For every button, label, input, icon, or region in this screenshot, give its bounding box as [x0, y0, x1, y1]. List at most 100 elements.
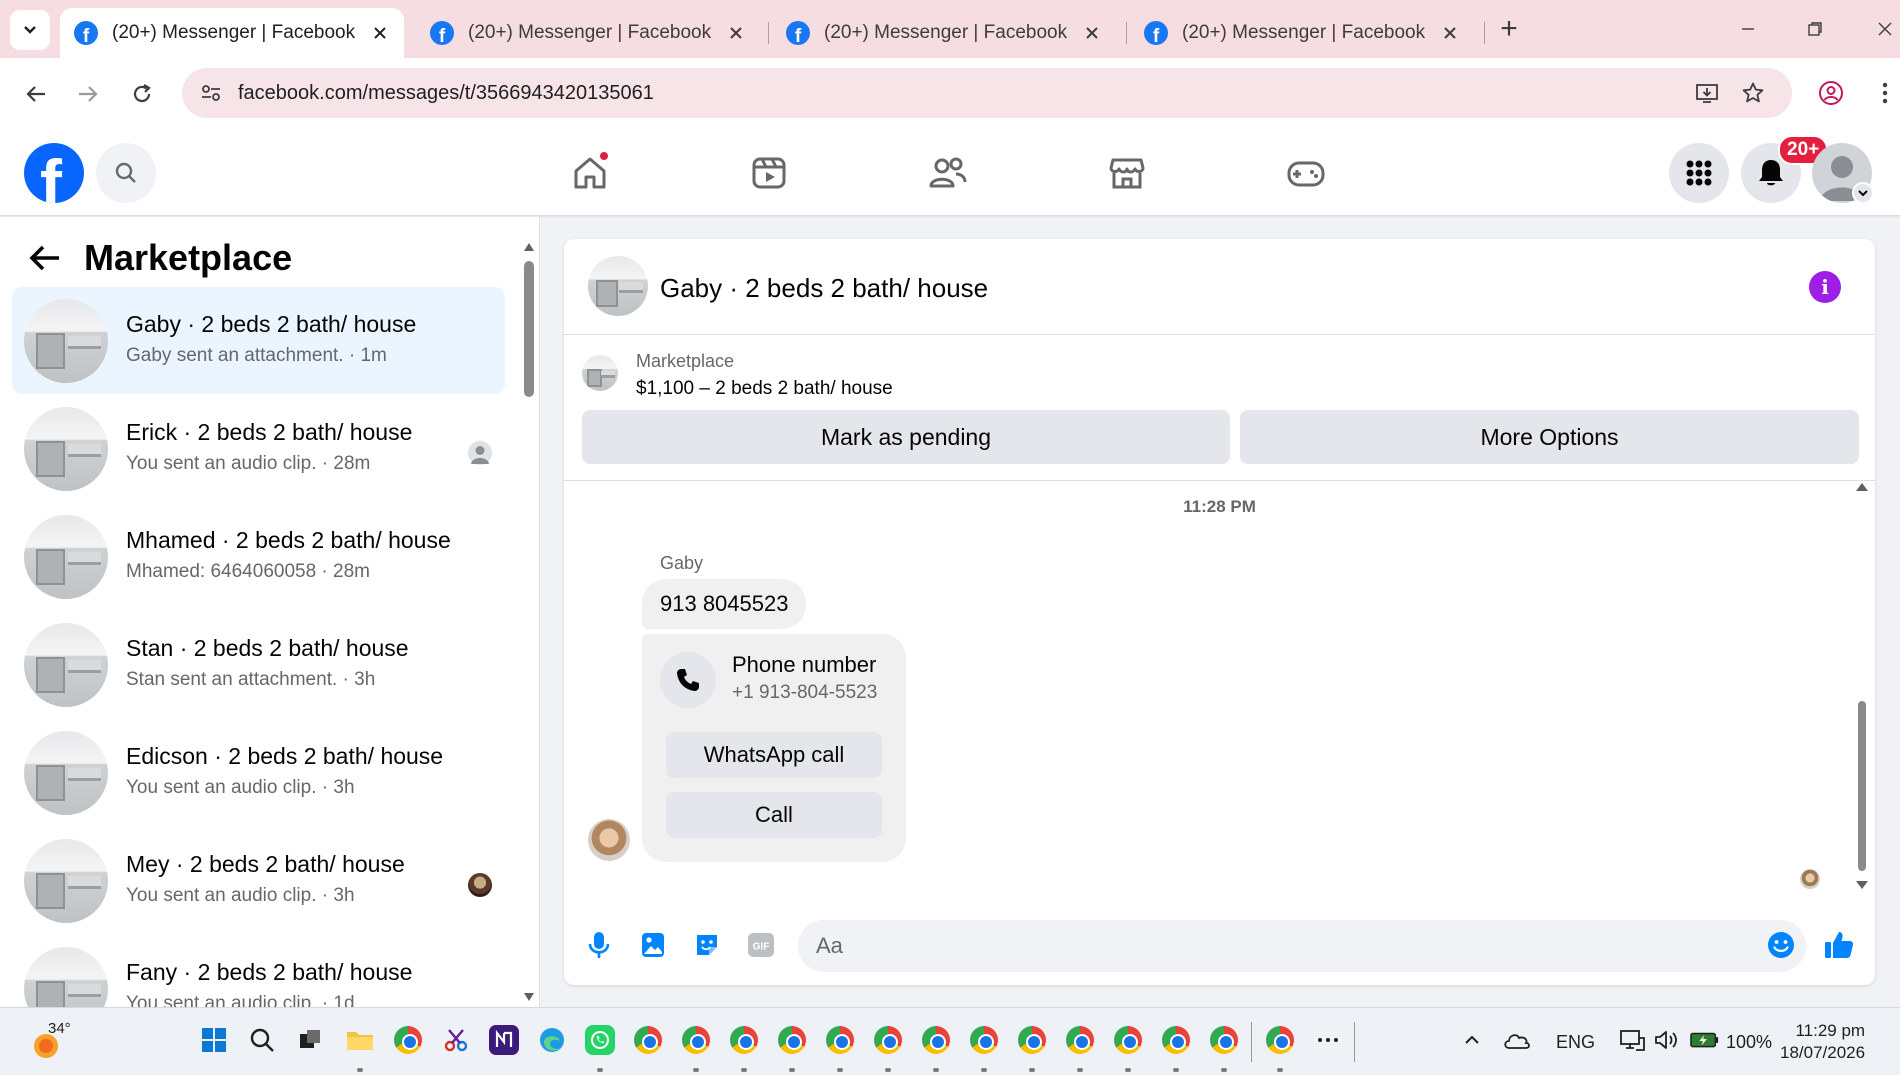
site-settings-icon[interactable] — [196, 78, 226, 108]
system-clock[interactable]: 11:29 pm 18/07/2026 — [1780, 1020, 1865, 1064]
file-explorer-button[interactable] — [345, 1025, 375, 1055]
nav-video[interactable] — [746, 150, 792, 196]
close-tab-icon[interactable] — [1440, 23, 1460, 43]
chrome-taskbar-button[interactable] — [825, 1025, 855, 1055]
close-tab-icon[interactable] — [726, 23, 746, 43]
call-button[interactable]: Call — [666, 792, 882, 838]
install-app-icon[interactable] — [1692, 78, 1722, 108]
emoji-button[interactable] — [1764, 928, 1798, 962]
conversation-item[interactable]: Gaby · 2 beds 2 bath/ house Gaby sent an… — [12, 287, 505, 394]
messages-scrollbar[interactable] — [1852, 481, 1872, 896]
volume-button[interactable] — [1651, 1025, 1681, 1055]
chrome-taskbar-button[interactable] — [633, 1025, 663, 1055]
close-tab-icon[interactable] — [1082, 23, 1102, 43]
message-input[interactable]: Aa — [798, 920, 1806, 972]
conversation-name: Fany · 2 beds 2 bath/ house — [126, 959, 413, 985]
browser-tab-1[interactable]: f (20+) Messenger | Facebook — [60, 8, 404, 58]
network-button[interactable] — [1617, 1025, 1647, 1055]
chrome-taskbar-button[interactable] — [393, 1025, 423, 1055]
conversation-item[interactable]: Mey · 2 beds 2 bath/ house You sent an a… — [12, 827, 505, 934]
taskbar-search-button[interactable] — [247, 1025, 277, 1055]
mark-as-pending-button[interactable]: Mark as pending — [582, 410, 1230, 464]
chrome-taskbar-button[interactable] — [729, 1025, 759, 1055]
bookmark-star-icon[interactable] — [1738, 78, 1768, 108]
sticker-button[interactable] — [690, 928, 724, 962]
listing-thumbnail[interactable] — [582, 355, 618, 391]
new-tab-button[interactable]: + — [1494, 12, 1524, 45]
conversation-snippet: Mhamed: 6464060058 · 28m — [126, 561, 370, 582]
conversation-item[interactable]: Stan · 2 beds 2 bath/ house Stan sent an… — [12, 611, 505, 718]
nav-home[interactable] — [567, 150, 613, 196]
profile-icon[interactable] — [1816, 78, 1846, 108]
close-tab-icon[interactable] — [370, 23, 390, 43]
chrome-taskbar-button[interactable] — [1265, 1025, 1295, 1055]
browser-tab-3[interactable]: f (20+) Messenger | Facebook — [772, 8, 1116, 58]
sender-avatar[interactable] — [588, 819, 630, 861]
send-like-button[interactable] — [1822, 928, 1856, 962]
browser-tab-4[interactable]: f (20+) Messenger | Facebook — [1130, 8, 1474, 58]
listing-thumbnail — [24, 731, 108, 815]
facebook-search-button[interactable] — [96, 143, 156, 203]
start-button[interactable] — [199, 1025, 229, 1055]
conversation-item[interactable]: Edicson · 2 beds 2 bath/ house You sent … — [12, 719, 505, 826]
minimize-button[interactable] — [1733, 14, 1763, 44]
conversation-info-button[interactable]: i — [1809, 271, 1841, 303]
listing-price-title[interactable]: $1,100 – 2 beds 2 bath/ house — [636, 378, 893, 400]
back-button[interactable] — [16, 74, 56, 114]
close-window-button[interactable] — [1870, 14, 1900, 44]
restore-button[interactable] — [1800, 14, 1830, 44]
whatsapp-button[interactable] — [585, 1025, 615, 1055]
edge-button[interactable] — [537, 1025, 567, 1055]
nav-friends[interactable] — [925, 150, 971, 196]
chrome-taskbar-button[interactable] — [777, 1025, 807, 1055]
browser-menu-icon[interactable] — [1870, 78, 1900, 108]
browser-tab-2[interactable]: f (20+) Messenger | Facebook — [416, 8, 760, 58]
listing-thumbnail — [24, 947, 108, 1007]
tab-title: (20+) Messenger | Facebook — [112, 22, 356, 43]
reload-button[interactable] — [122, 74, 162, 114]
voice-clip-button[interactable] — [582, 928, 616, 962]
sidebar-scrollbar[interactable] — [520, 217, 538, 1007]
conversation-item[interactable]: Mhamed · 2 beds 2 bath/ house Mhamed: 64… — [12, 503, 505, 610]
chrome-taskbar-button[interactable] — [969, 1025, 999, 1055]
attach-photo-button[interactable] — [636, 928, 670, 962]
nav-marketplace[interactable] — [1104, 150, 1150, 196]
input-language[interactable]: ENG — [1556, 1032, 1595, 1053]
forward-button[interactable] — [68, 74, 108, 114]
chrome-taskbar-button[interactable] — [1113, 1025, 1143, 1055]
more-options-button[interactable]: More Options — [1240, 410, 1859, 464]
chrome-taskbar-button[interactable] — [873, 1025, 903, 1055]
minimize-icon — [1742, 28, 1754, 30]
chrome-taskbar-button[interactable] — [1161, 1025, 1191, 1055]
onenote-button[interactable] — [489, 1025, 519, 1055]
show-hidden-icons-button[interactable] — [1457, 1025, 1487, 1055]
chrome-icon — [1066, 1026, 1094, 1054]
whatsapp-call-button[interactable]: WhatsApp call — [666, 732, 882, 778]
snipping-tool-button[interactable] — [441, 1025, 471, 1055]
chrome-taskbar-button[interactable] — [921, 1025, 951, 1055]
gif-button[interactable]: GIF — [744, 928, 778, 962]
back-arrow-icon[interactable] — [28, 243, 62, 273]
facebook-logo[interactable]: f — [24, 143, 84, 203]
chrome-taskbar-button[interactable] — [681, 1025, 711, 1055]
listing-thumbnail[interactable] — [588, 256, 648, 316]
task-view-button[interactable] — [295, 1025, 325, 1055]
menu-grid-button[interactable] — [1669, 143, 1729, 203]
conversation-item[interactable]: Fany · 2 beds 2 bath/ house You sent an … — [12, 935, 505, 1007]
more-apps-button[interactable] — [1313, 1025, 1343, 1055]
chrome-taskbar-button[interactable] — [1017, 1025, 1047, 1055]
conversation-title[interactable]: Gaby · 2 beds 2 bath/ house — [660, 273, 988, 304]
listing-thumbnail — [24, 515, 108, 599]
chrome-taskbar-button[interactable] — [1209, 1025, 1239, 1055]
message-bubble[interactable]: 913 8045523 — [642, 579, 807, 629]
conversation-item[interactable]: Erick · 2 beds 2 bath/ house You sent an… — [12, 395, 505, 502]
url-text[interactable]: facebook.com/messages/t/3566943420135061 — [238, 82, 654, 105]
battery-button[interactable] — [1690, 1025, 1720, 1055]
chevron-down-icon — [1858, 190, 1868, 197]
tab-search-button[interactable] — [10, 10, 50, 50]
chrome-taskbar-button[interactable] — [1065, 1025, 1095, 1055]
nav-gaming[interactable] — [1283, 150, 1329, 196]
account-menu-chevron[interactable] — [1852, 182, 1874, 204]
address-bar[interactable]: facebook.com/messages/t/3566943420135061 — [182, 68, 1792, 118]
onedrive-button[interactable] — [1502, 1025, 1532, 1055]
